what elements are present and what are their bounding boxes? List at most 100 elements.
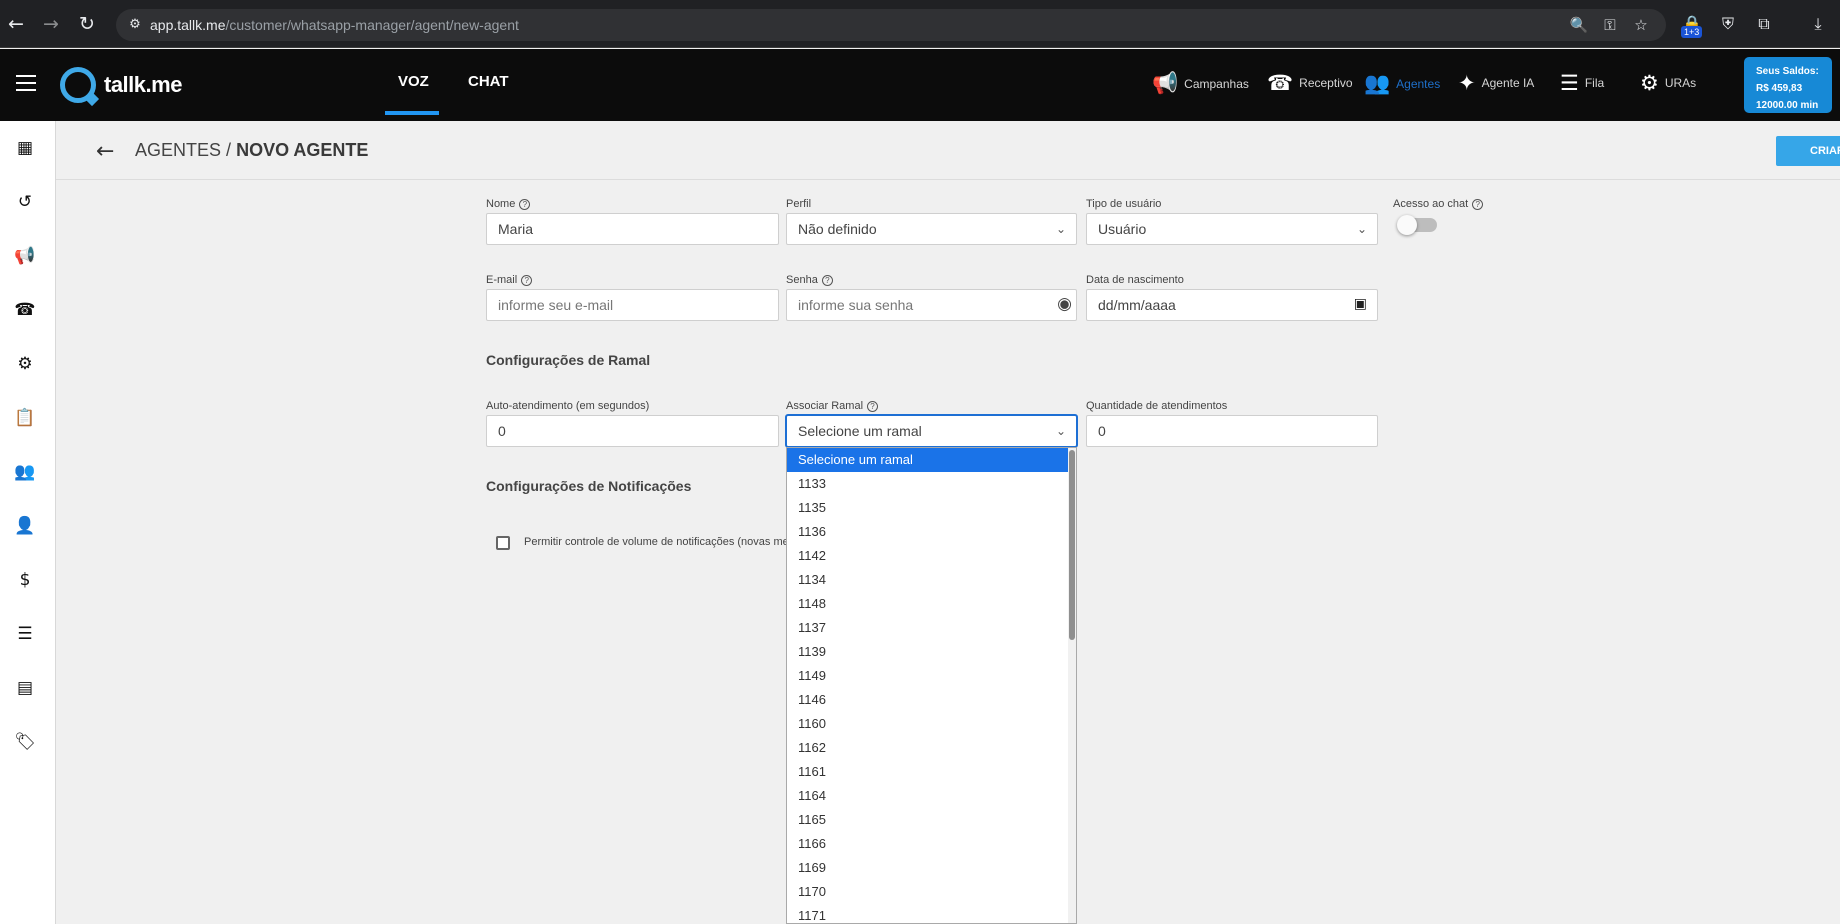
dropdown-option[interactable]: 1135 [787, 496, 1068, 520]
dropdown-scrollbar[interactable] [1068, 448, 1076, 923]
key-icon[interactable]: ⚿ [1600, 15, 1620, 35]
dropdown-option[interactable]: 1136 [787, 520, 1068, 544]
tab-chat[interactable]: CHAT [468, 73, 509, 90]
dropdown-option[interactable]: 1142 [787, 544, 1068, 568]
dropdown-option[interactable]: 1160 [787, 712, 1068, 736]
url-text[interactable]: app.tallk.me/customer/whatsapp-manager/a… [150, 17, 519, 33]
settings-gear-icon[interactable]: ⚙ [14, 353, 36, 375]
app-header: tallk.me VOZ CHAT 📢 Campanhas ☎ Receptivo … [0, 49, 1840, 121]
device-settings-icon[interactable]: ▤ [14, 677, 36, 699]
queue-icon: ☰ [1560, 71, 1579, 95]
tipo-usuario-label: Tipo de usuário [1086, 198, 1162, 210]
dropdown-option[interactable]: 1146 [787, 688, 1068, 712]
dropdown-option[interactable]: 1170 [787, 880, 1068, 904]
menu-item-agentes[interactable]: 👥 Agentes [1364, 71, 1440, 96]
dropdown-option[interactable]: 1149 [787, 664, 1068, 688]
dropdown-option[interactable]: Selecione um ramal [787, 448, 1068, 472]
dashboard-icon[interactable]: ▦ [14, 137, 36, 159]
dropdown-option[interactable]: 1139 [787, 640, 1068, 664]
agents-icon[interactable]: 👥 [14, 461, 36, 483]
reload-icon[interactable]: ↻ [75, 12, 99, 36]
eye-icon[interactable]: ◉ [1057, 294, 1072, 314]
help-icon[interactable]: ? [521, 274, 533, 286]
senha-label: Senha? [786, 274, 833, 286]
sparkles-icon: ✦ [1458, 71, 1476, 95]
dollar-icon[interactable]: $ [14, 569, 36, 591]
help-icon[interactable]: ? [821, 274, 833, 286]
logo-mark-icon [60, 67, 96, 103]
zoom-icon[interactable]: 🔍 [1569, 15, 1589, 35]
star-icon[interactable]: ☆ [1631, 15, 1651, 35]
help-icon[interactable]: ? [519, 198, 531, 210]
scrollbar-thumb[interactable] [1069, 450, 1075, 640]
tipo-usuario-select[interactable]: Usuário ⌄ [1086, 213, 1378, 245]
nome-label: Nome? [486, 198, 531, 210]
dropdown-option[interactable]: 1171 [787, 904, 1068, 923]
dropdown-option[interactable]: 1161 [787, 760, 1068, 784]
email-field[interactable]: informe seu e-mail [486, 289, 779, 321]
dropdown-option[interactable]: 1133 [787, 472, 1068, 496]
auto-atendimento-input[interactable]: 0 [486, 415, 779, 447]
user-icon[interactable]: 👤 [14, 515, 36, 537]
quantidade-input[interactable]: 0 [1086, 415, 1378, 447]
create-button[interactable]: CRIAR [1776, 136, 1840, 166]
site-info-icon[interactable]: ⚙ [126, 16, 144, 34]
queue-list-icon[interactable]: ☰ [14, 623, 36, 645]
menu-item-receptivo[interactable]: ☎ Receptivo [1267, 71, 1353, 95]
extensions-puzzle-icon[interactable]: ⧉ [1752, 12, 1776, 36]
acesso-chat-toggle[interactable] [1397, 214, 1439, 236]
notif-volume-checkbox[interactable] [496, 536, 510, 550]
history-icon[interactable]: ↺ [14, 191, 36, 213]
tags-icon[interactable]: 🏷 [14, 731, 36, 753]
breadcrumb-current: NOVO AGENTE [236, 140, 369, 160]
download-icon[interactable]: ⤓ [1806, 12, 1830, 36]
dropdown-option[interactable]: 1166 [787, 832, 1068, 856]
address-bar[interactable]: ⚙ app.tallk.me/customer/whatsapp-manager… [116, 9, 1666, 41]
sidebar: ▦ ↺ 📢 ☎ ⚙ 📋 👥 👤 $ ☰ ▤ 🏷 [0, 121, 56, 924]
breadcrumb-parent[interactable]: AGENTES [135, 140, 221, 160]
header-divider [56, 179, 1840, 180]
tab-voz[interactable]: VOZ [398, 73, 429, 90]
perfil-select[interactable]: Não definido ⌄ [786, 213, 1077, 245]
dropdown-option[interactable]: 1162 [787, 736, 1068, 760]
calendar-icon[interactable]: ▣ [1354, 296, 1367, 312]
forward-icon[interactable]: → [39, 12, 63, 36]
phone-incoming-icon[interactable]: ☎ [14, 299, 36, 321]
chevron-down-icon: ⌄ [1356, 222, 1367, 236]
dropdown-option[interactable]: 1134 [787, 568, 1068, 592]
chevron-down-icon: ⌄ [1055, 222, 1066, 236]
clipboard-icon[interactable]: 📋 [14, 407, 36, 429]
phone-incoming-icon: ☎ [1267, 71, 1294, 95]
back-icon[interactable]: ← [4, 12, 28, 36]
acesso-chat-label: Acesso ao chat? [1393, 198, 1484, 210]
help-icon[interactable]: ? [1472, 198, 1484, 210]
nascimento-field[interactable]: dd/mm/aaaa ▣ [1086, 289, 1378, 321]
associar-ramal-label: Associar Ramal? [786, 400, 879, 412]
dropdown-option[interactable]: 1165 [787, 808, 1068, 832]
menu-item-uras[interactable]: ⚙ URAs [1640, 71, 1696, 95]
notif-section-title: Configurações de Notificações [486, 478, 692, 494]
menu-item-agente-ia[interactable]: ✦ Agente IA [1458, 71, 1534, 95]
logo[interactable]: tallk.me [60, 67, 182, 103]
megaphone-icon: 📢 [1152, 71, 1179, 95]
dropdown-option[interactable]: 1148 [787, 592, 1068, 616]
balance-card[interactable]: Seus Saldos: R$ 459,83 12000.00 min [1744, 57, 1832, 113]
perfil-label: Perfil [786, 198, 812, 210]
dropdown-option[interactable]: 1137 [787, 616, 1068, 640]
hamburger-menu-icon[interactable] [16, 75, 36, 91]
chevron-down-icon: ⌄ [1055, 424, 1066, 438]
nome-input[interactable]: Maria [486, 213, 779, 245]
dropdown-option[interactable]: 1169 [787, 856, 1068, 880]
extension-shield-icon[interactable]: ⛨ [1716, 12, 1740, 36]
help-icon[interactable]: ? [867, 400, 879, 412]
menu-item-fila[interactable]: ☰ Fila [1560, 71, 1604, 95]
auto-atendimento-label: Auto-atendimento (em segundos) [486, 400, 650, 412]
senha-field[interactable]: informe sua senha ◉ [786, 289, 1077, 321]
ramal-dropdown[interactable]: Selecione um ramal 1133 1135 1136 1142 1… [786, 447, 1077, 924]
campaigns-icon[interactable]: 📢 [14, 245, 36, 267]
menu-item-campanhas[interactable]: 📢 Campanhas [1152, 71, 1249, 96]
active-tab-indicator [385, 111, 439, 115]
associar-ramal-select[interactable]: Selecione um ramal ⌄ [786, 415, 1077, 447]
dropdown-option[interactable]: 1164 [787, 784, 1068, 808]
back-arrow-icon[interactable]: ← [96, 140, 120, 164]
